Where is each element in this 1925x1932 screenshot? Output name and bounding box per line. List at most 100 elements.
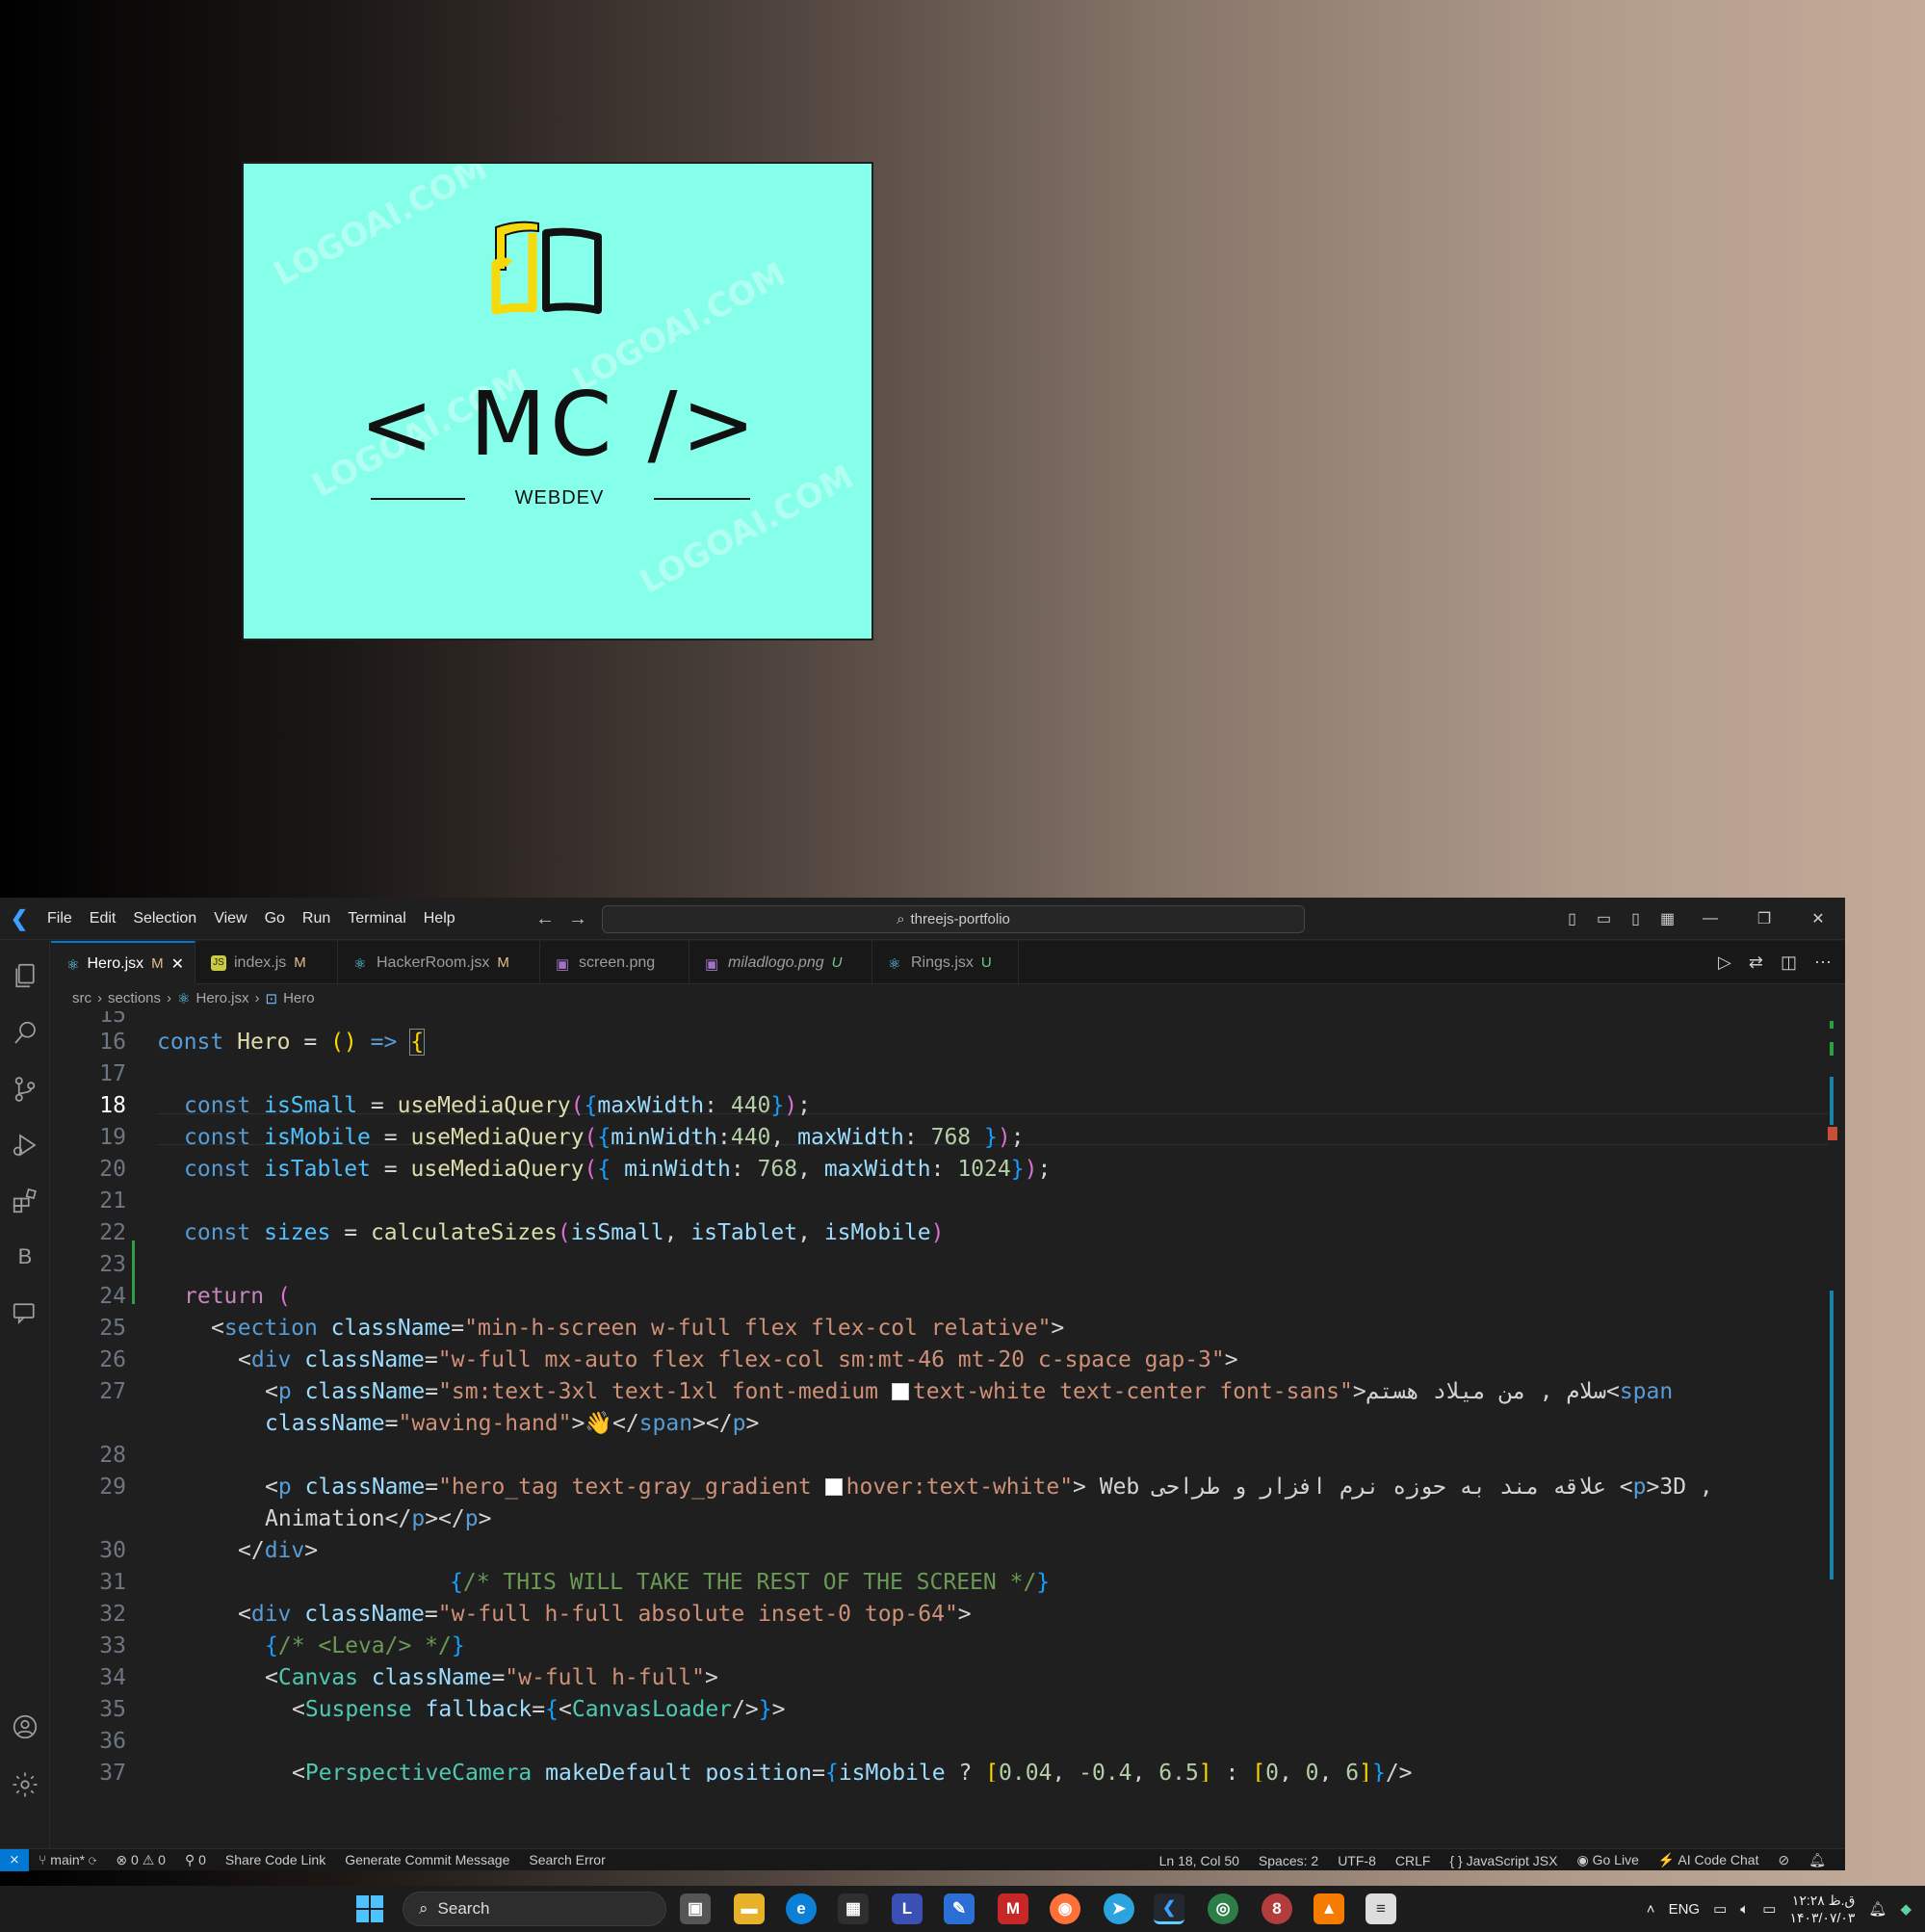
search-icon: ⌕: [897, 911, 905, 927]
toggle-sidebar-icon[interactable]: ▯: [1556, 898, 1588, 940]
breadcrumb-item[interactable]: src: [72, 990, 91, 1006]
app-8-icon[interactable]: 8: [1262, 1893, 1292, 1924]
breadcrumb-item[interactable]: sections: [108, 990, 161, 1006]
breadcrumb-item[interactable]: Hero: [283, 990, 315, 1006]
tab-label: Hero.jsx: [87, 954, 144, 972]
code-line: Animation</p></p>: [265, 1506, 492, 1531]
search-error[interactable]: Search Error: [519, 1852, 614, 1867]
minimize-icon[interactable]: —: [1683, 898, 1737, 940]
command-center-search[interactable]: ⌕ threejs-portfolio: [602, 905, 1305, 933]
line-number: 29: [99, 1475, 126, 1500]
chat-icon[interactable]: [0, 1288, 50, 1338]
problems-indicator[interactable]: ⊗ 0 ⚠ 0: [106, 1852, 175, 1868]
image-icon: ▣: [705, 955, 719, 973]
code-line: 36: [51, 1726, 1813, 1758]
menu-edit[interactable]: Edit: [81, 898, 125, 940]
toggle-panel-icon[interactable]: ▭: [1588, 898, 1620, 940]
split-editor-icon[interactable]: ◫: [1781, 953, 1797, 973]
clock[interactable]: ۱۲:۲۸ ق.ظ ۱۴۰۳/۰۷/۰۳: [1789, 1892, 1855, 1926]
toggle-secondary-sidebar-icon[interactable]: ▯: [1620, 898, 1652, 940]
input-language[interactable]: ENG: [1669, 1901, 1701, 1918]
l-app-icon[interactable]: L: [892, 1893, 923, 1924]
menu-bar: File Edit Selection View Go Run Terminal…: [39, 898, 464, 940]
notepad-icon[interactable]: ≡: [1366, 1893, 1396, 1924]
edge-browser-icon[interactable]: e: [786, 1893, 817, 1924]
tab-hackerroom-jsx[interactable]: ⚛ HackerRoom.jsx M: [338, 941, 540, 984]
notification-bell-icon[interactable]: 🔔︎: [1868, 1900, 1886, 1918]
run-debug-icon[interactable]: [0, 1120, 50, 1170]
source-control-icon[interactable]: [0, 1064, 50, 1114]
indentation[interactable]: Spaces: 2: [1249, 1853, 1328, 1868]
menu-view[interactable]: View: [205, 898, 255, 940]
vlc-icon[interactable]: ▲: [1314, 1893, 1344, 1924]
react-icon: ⚛: [888, 955, 901, 973]
tab-rings-jsx[interactable]: ⚛ Rings.jsx U: [872, 941, 1019, 984]
menu-file[interactable]: File: [39, 898, 81, 940]
forward-arrow-icon[interactable]: →: [568, 908, 587, 930]
code-line: 22 const sizes = calculateSizes(isSmall, …: [51, 1217, 1813, 1249]
generate-commit-message[interactable]: Generate Commit Message: [335, 1852, 519, 1867]
tab-miladlogo-png[interactable]: ▣ miladlogo.png U: [689, 941, 872, 984]
ai-code-chat-button[interactable]: ⚡ AI Code Chat: [1649, 1852, 1769, 1868]
tab-label: index.js: [234, 953, 287, 971]
file-explorer-icon[interactable]: ▬: [734, 1893, 765, 1924]
firefox-icon[interactable]: ◉: [1050, 1893, 1080, 1924]
copilot-taskbar-icon[interactable]: ◆: [1900, 1900, 1912, 1918]
tab-hero-jsx[interactable]: ⚛ Hero.jsx M ✕: [51, 941, 195, 984]
menu-run[interactable]: Run: [294, 898, 339, 940]
volume-icon[interactable]: 🔈︎: [1740, 1901, 1749, 1918]
menu-selection[interactable]: Selection: [124, 898, 205, 940]
chrome-icon[interactable]: ◎: [1208, 1893, 1238, 1924]
b-extension-icon[interactable]: B: [0, 1232, 50, 1282]
code-line: 31 {/* THIS WILL TAKE THE REST OF THE SCR…: [51, 1567, 1813, 1599]
line-number: 20: [99, 1157, 126, 1182]
go-live-button[interactable]: ◉ Go Live: [1568, 1852, 1649, 1868]
tab-screen-png[interactable]: ▣ screen.png: [540, 941, 689, 984]
task-view-icon[interactable]: ▣: [680, 1893, 711, 1924]
menu-terminal[interactable]: Terminal: [339, 898, 414, 940]
run-icon[interactable]: ▷: [1718, 953, 1731, 973]
mcafee-icon[interactable]: M: [998, 1893, 1028, 1924]
scrollbar[interactable]: [1828, 1011, 1837, 1782]
settings-gear-icon[interactable]: [0, 1760, 50, 1810]
network-icon[interactable]: ▭: [1713, 1900, 1727, 1918]
account-icon[interactable]: [0, 1702, 50, 1752]
code-line: 30 </div>: [51, 1535, 1813, 1567]
taskbar-search-box[interactable]: ⌕ Search: [403, 1892, 666, 1926]
extensions-icon[interactable]: [0, 1176, 50, 1226]
status-bar: ⨯ ⑂ main* ⟳ ⊗ 0 ⚠ 0 ⚲ 0 Share Code Link …: [0, 1848, 1845, 1871]
back-arrow-icon[interactable]: ←: [535, 908, 555, 930]
code-editor[interactable]: 15 16 const Hero = () => { 17 18 const isS…: [51, 1011, 1828, 1782]
tab-index-js[interactable]: JS index.js M: [195, 941, 338, 984]
branch-indicator[interactable]: ⑂ main* ⟳: [29, 1852, 106, 1867]
customize-layout-icon[interactable]: ▦: [1652, 898, 1683, 940]
explorer-icon[interactable]: [0, 951, 50, 1001]
more-actions-icon[interactable]: ⋯: [1814, 953, 1832, 973]
close-icon[interactable]: ✕: [1791, 898, 1845, 940]
breadcrumb-item[interactable]: Hero.jsx: [195, 990, 248, 1006]
ports-indicator[interactable]: ⚲ 0: [175, 1852, 216, 1868]
line-ending[interactable]: CRLF: [1386, 1853, 1441, 1868]
pen-app-icon[interactable]: ✎: [944, 1893, 975, 1924]
code-line: 25 <section className="min-h-screen w-ful…: [51, 1313, 1813, 1345]
telegram-icon[interactable]: ➤: [1104, 1893, 1134, 1924]
encoding[interactable]: UTF-8: [1328, 1853, 1386, 1868]
notifications-bell-icon[interactable]: 🔔︎: [1799, 1852, 1835, 1868]
windows-start-icon[interactable]: [354, 1893, 385, 1924]
restore-icon[interactable]: ❐: [1737, 898, 1791, 940]
search-icon[interactable]: [0, 1008, 50, 1058]
menu-help[interactable]: Help: [415, 898, 464, 940]
store-icon[interactable]: ▦: [838, 1893, 869, 1924]
code-line: 33 {/* <Leva/> */}: [51, 1631, 1813, 1662]
show-hidden-icons-icon[interactable]: ˄: [1647, 1901, 1655, 1918]
menu-go[interactable]: Go: [256, 898, 294, 940]
cursor-position[interactable]: Ln 18, Col 50: [1150, 1853, 1249, 1868]
vscode-taskbar-icon[interactable]: ❮: [1154, 1893, 1184, 1924]
remote-indicator-icon[interactable]: ⨯: [0, 1848, 29, 1871]
share-code-link[interactable]: Share Code Link: [216, 1852, 335, 1867]
battery-icon[interactable]: ▭: [1762, 1900, 1776, 1918]
compare-changes-icon[interactable]: ⇄: [1749, 953, 1763, 973]
copilot-icon[interactable]: ⊘: [1768, 1852, 1799, 1868]
language-mode[interactable]: { } JavaScript JSX: [1440, 1853, 1567, 1868]
close-icon[interactable]: ✕: [171, 954, 184, 974]
